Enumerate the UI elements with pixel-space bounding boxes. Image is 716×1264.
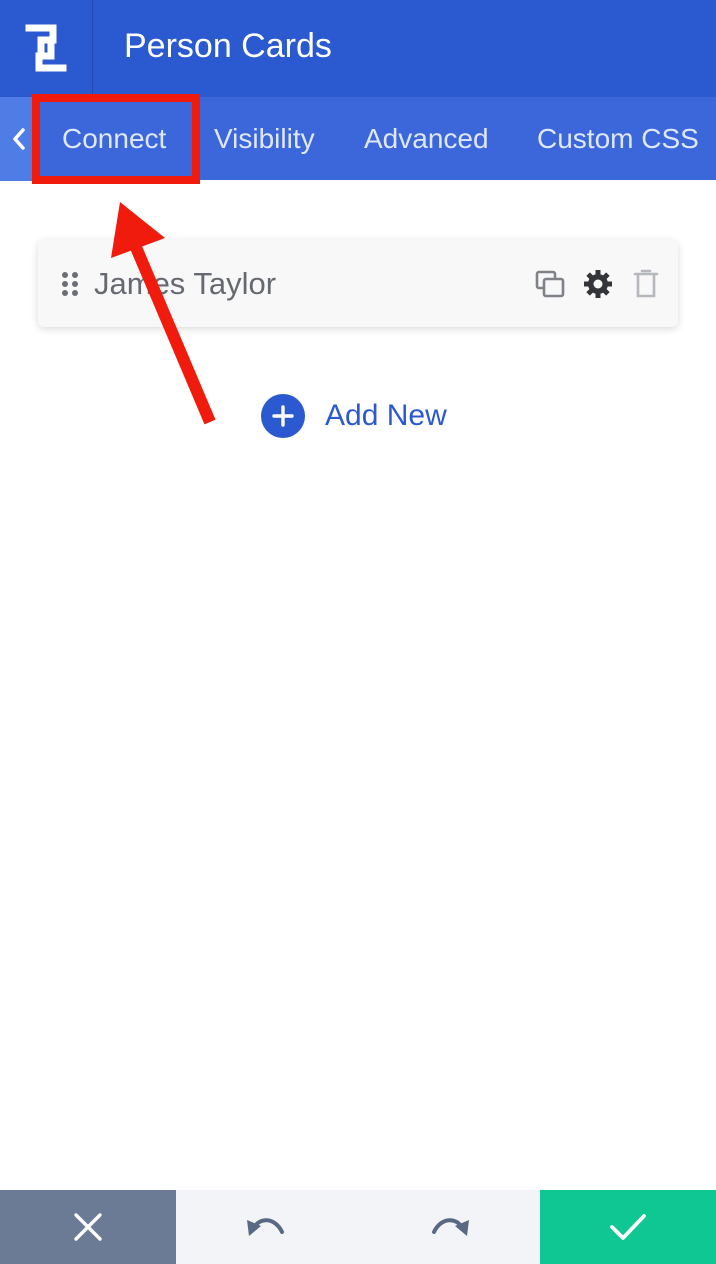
redo-icon xyxy=(432,1218,469,1236)
list-item[interactable]: James Taylor xyxy=(38,240,678,327)
bottom-action-bar xyxy=(0,1190,716,1264)
app: Person Cards Connect Visibility Advanced… xyxy=(0,0,716,1264)
plus-circle-icon xyxy=(261,394,305,438)
undo-icon xyxy=(247,1218,284,1236)
tab-connect[interactable]: Connect xyxy=(62,97,166,181)
tab-custom-css[interactable]: Custom CSS xyxy=(537,97,699,181)
cancel-button[interactable] xyxy=(0,1190,176,1264)
check-icon xyxy=(610,1214,646,1240)
history-controls xyxy=(176,1190,540,1264)
header: Person Cards xyxy=(0,0,716,96)
drag-handle-icon[interactable] xyxy=(60,270,80,298)
page-title: Person Cards xyxy=(124,27,332,65)
chevron-left-icon xyxy=(13,128,25,150)
add-new-button[interactable]: Add New xyxy=(261,393,447,439)
tab-scroll-back-button[interactable] xyxy=(0,97,38,181)
add-new-label: Add New xyxy=(325,399,447,432)
builder-logo-icon xyxy=(25,24,67,72)
tab-bar: Connect Visibility Advanced Custom CSS xyxy=(0,96,716,181)
close-icon xyxy=(74,1213,102,1241)
tab-advanced[interactable]: Advanced xyxy=(364,97,489,181)
trash-icon[interactable] xyxy=(630,268,662,300)
save-button[interactable] xyxy=(540,1190,716,1264)
undo-button[interactable] xyxy=(176,1190,358,1264)
logo[interactable] xyxy=(0,0,93,96)
tab-visibility[interactable]: Visibility xyxy=(214,97,315,181)
duplicate-icon[interactable] xyxy=(534,268,566,300)
redo-button[interactable] xyxy=(358,1190,540,1264)
item-title: James Taylor xyxy=(94,266,277,301)
gear-icon[interactable] xyxy=(582,268,614,300)
